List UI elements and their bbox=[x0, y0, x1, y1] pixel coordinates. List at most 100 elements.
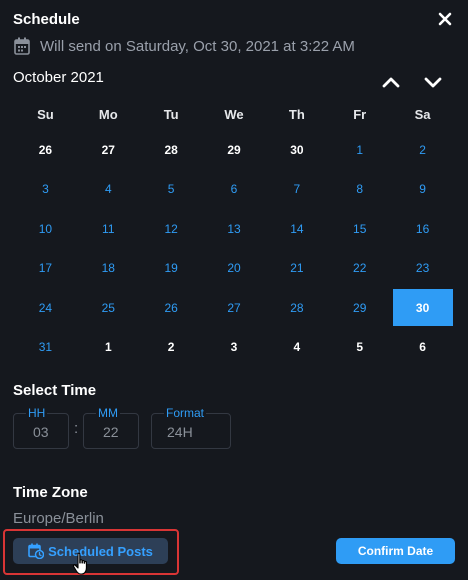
day-cell[interactable]: 3 bbox=[203, 328, 266, 368]
day-cell[interactable]: 4 bbox=[265, 328, 328, 368]
day-cell[interactable]: 2 bbox=[391, 130, 454, 170]
hour-field-label: HH bbox=[26, 406, 48, 420]
day-cell[interactable]: 17 bbox=[14, 249, 77, 289]
day-cell[interactable]: 16 bbox=[391, 209, 454, 249]
format-field[interactable]: Format 24H bbox=[151, 406, 231, 449]
calendar-week-row: 10 11 12 13 14 15 16 bbox=[14, 209, 454, 249]
day-cell[interactable]: 5 bbox=[140, 170, 203, 210]
day-cell[interactable]: 28 bbox=[265, 288, 328, 328]
chevron-down-icon bbox=[424, 77, 442, 88]
day-number: 11 bbox=[102, 221, 115, 236]
day-cell[interactable]: 5 bbox=[328, 328, 391, 368]
day-cell[interactable]: 14 bbox=[265, 209, 328, 249]
day-number: 21 bbox=[290, 261, 304, 276]
weekday-header: Su Mo Tu We Th Fr Sa bbox=[14, 100, 454, 130]
day-number: 20 bbox=[227, 261, 241, 276]
day-cell[interactable]: 7 bbox=[265, 170, 328, 210]
day-number: 31 bbox=[38, 340, 53, 355]
day-cell[interactable]: 4 bbox=[77, 170, 140, 210]
next-month-button[interactable] bbox=[422, 73, 444, 91]
day-cell[interactable]: 30 bbox=[265, 130, 328, 170]
minute-field-label: MM bbox=[96, 406, 120, 420]
day-cell[interactable]: 11 bbox=[77, 209, 140, 249]
day-cell[interactable]: 29 bbox=[203, 130, 266, 170]
calendar-week-row: 31 1 2 3 4 5 6 bbox=[14, 328, 454, 368]
day-cell[interactable]: 18 bbox=[77, 249, 140, 289]
time-zone-value[interactable]: Europe/Berlin bbox=[13, 510, 104, 527]
weekday-label: Mo bbox=[98, 107, 118, 122]
day-number: 27 bbox=[227, 300, 241, 315]
day-number: 26 bbox=[164, 300, 178, 315]
minute-field[interactable]: MM 22 bbox=[83, 406, 139, 449]
day-number: 25 bbox=[101, 300, 115, 315]
day-cell[interactable]: 23 bbox=[391, 249, 454, 289]
day-number: 15 bbox=[353, 221, 367, 236]
day-number: 4 bbox=[293, 340, 301, 355]
day-cell[interactable]: 26 bbox=[14, 130, 77, 170]
day-number: 5 bbox=[356, 340, 364, 355]
day-cell[interactable]: 6 bbox=[203, 170, 266, 210]
day-number: 5 bbox=[167, 182, 175, 197]
calendar-grid: Su Mo Tu We Th Fr Sa 26 27 28 29 30 1 2 3 4 5 6 7 8 9 10 11 12… bbox=[14, 100, 454, 367]
day-cell[interactable]: 9 bbox=[391, 170, 454, 210]
day-cell[interactable]: 26 bbox=[140, 288, 203, 328]
day-cell[interactable]: 6 bbox=[391, 328, 454, 368]
day-number: 6 bbox=[419, 340, 426, 355]
day-number: 27 bbox=[101, 142, 115, 157]
day-number: 2 bbox=[419, 142, 426, 157]
hand-pointer-icon bbox=[72, 552, 87, 575]
day-number: 8 bbox=[356, 182, 364, 197]
day-cell[interactable]: 20 bbox=[203, 249, 266, 289]
day-number: 2 bbox=[167, 340, 175, 355]
day-cell[interactable]: 22 bbox=[328, 249, 391, 289]
day-cell[interactable]: 19 bbox=[140, 249, 203, 289]
selected-day-cell[interactable]: 30 bbox=[391, 288, 454, 328]
day-cell[interactable]: 27 bbox=[203, 288, 266, 328]
calendar-week-row: 24 25 26 27 28 29 30 bbox=[14, 288, 454, 328]
day-number: 3 bbox=[230, 340, 238, 355]
day-cell[interactable]: 1 bbox=[77, 328, 140, 368]
day-cell[interactable]: 13 bbox=[203, 209, 266, 249]
close-icon bbox=[438, 12, 452, 26]
weekday-label: Sa bbox=[414, 107, 431, 122]
day-number: 9 bbox=[419, 182, 426, 197]
hour-value: 03 bbox=[33, 424, 49, 440]
day-cell[interactable]: 31 bbox=[14, 328, 77, 368]
day-cell[interactable]: 27 bbox=[77, 130, 140, 170]
day-cell[interactable]: 10 bbox=[14, 209, 77, 249]
day-cell[interactable]: 21 bbox=[265, 249, 328, 289]
day-cell[interactable]: 24 bbox=[14, 288, 77, 328]
day-cell[interactable]: 29 bbox=[328, 288, 391, 328]
month-label: October 2021 bbox=[13, 69, 104, 86]
weekday-label: Su bbox=[37, 107, 54, 122]
schedule-panel: Schedule Will send on Saturday, Oct 30, … bbox=[0, 0, 468, 580]
day-cell[interactable]: 15 bbox=[328, 209, 391, 249]
panel-title: Schedule bbox=[13, 11, 80, 28]
day-number: 19 bbox=[164, 261, 178, 276]
weekday-label: We bbox=[224, 107, 244, 122]
scheduled-posts-label: Scheduled Posts bbox=[48, 543, 153, 559]
day-number: 30 bbox=[392, 289, 453, 327]
day-cell[interactable]: 2 bbox=[140, 328, 203, 368]
format-value: 24H bbox=[167, 424, 193, 440]
day-cell[interactable]: 25 bbox=[77, 288, 140, 328]
day-number: 30 bbox=[290, 142, 304, 157]
day-number: 1 bbox=[104, 340, 112, 355]
weekday-label: Th bbox=[288, 107, 305, 122]
day-number: 1 bbox=[356, 142, 364, 157]
select-time-heading: Select Time bbox=[13, 382, 97, 399]
close-button[interactable] bbox=[436, 10, 454, 28]
hour-field[interactable]: HH 03 bbox=[13, 406, 69, 449]
day-cell[interactable]: 12 bbox=[140, 209, 203, 249]
previous-month-button[interactable] bbox=[380, 73, 402, 91]
format-field-label: Format bbox=[164, 406, 207, 420]
day-cell[interactable]: 8 bbox=[328, 170, 391, 210]
weekday-label: Fr bbox=[353, 107, 367, 122]
confirm-date-button[interactable]: Confirm Date bbox=[336, 538, 455, 564]
day-cell[interactable]: 1 bbox=[328, 130, 391, 170]
day-cell[interactable]: 28 bbox=[140, 130, 203, 170]
time-separator: : bbox=[74, 420, 79, 437]
calendar-week-row: 26 27 28 29 30 1 2 bbox=[14, 130, 454, 170]
day-cell[interactable]: 3 bbox=[14, 170, 77, 210]
day-number: 14 bbox=[290, 221, 304, 236]
